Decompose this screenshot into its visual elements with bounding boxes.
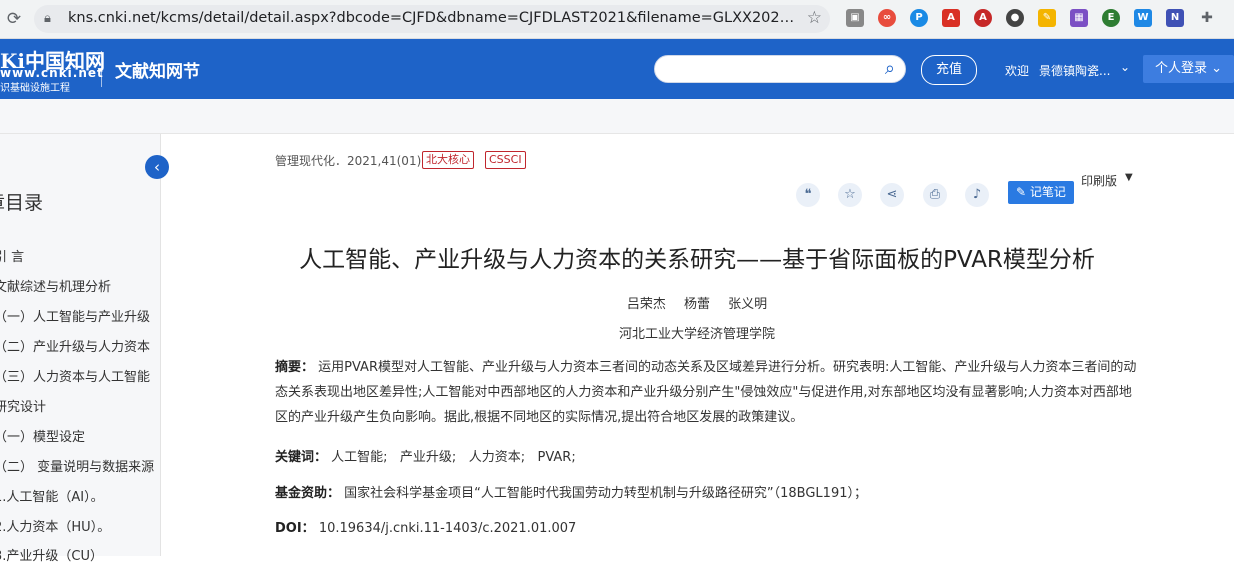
evernote-extension-icon[interactable]: E (1102, 9, 1120, 27)
toc-item[interactable]: （一）人工智能与产业升级 (0, 306, 150, 325)
toc-item[interactable]: （二） 变量说明与数据来源 (0, 456, 154, 475)
extension-icon[interactable]: ▣ (846, 9, 864, 27)
print-version-link[interactable]: 印刷版 (1081, 172, 1117, 189)
journal-source[interactable]: 管理现代化．2021,41(01) (275, 152, 421, 169)
login-button[interactable]: 个人登录 ⌄ (1143, 55, 1234, 83)
pdf-extension-icon[interactable]: A (942, 9, 960, 27)
toc-item[interactable]: 2.人力资本（HU）。 (0, 516, 110, 535)
extension-icon[interactable]: ∞ (878, 9, 896, 27)
collapse-sidebar-icon[interactable]: ‹ (145, 155, 169, 179)
reload-icon[interactable]: ⟳ (4, 9, 24, 29)
doi-row: DOI： 10.19634/j.cnki.11-1403/c.2021.01.0… (275, 517, 576, 536)
address-bar[interactable]: 🔒︎ kns.cnki.net/kcms/detail/detail.aspx?… (34, 5, 830, 33)
toc-item[interactable]: 3.产业升级（CU） (0, 545, 103, 564)
brand-title: 文献知网节 (115, 62, 200, 82)
favorite-star-icon[interactable]: ☆ (838, 183, 862, 207)
bookmark-star-icon[interactable]: ☆ (807, 8, 822, 28)
toc-item[interactable]: 引 言 (0, 246, 24, 265)
toc-title: 章目录 (0, 192, 44, 214)
logo-url: www.cnki.net (0, 66, 104, 80)
doi-value: 10.19634/j.cnki.11-1403/c.2021.01.007 (318, 521, 577, 536)
doi-label: DOI： (275, 521, 315, 536)
toc-item[interactable]: 研究设计 (0, 396, 46, 415)
core-journal-badge: 北大核心 (422, 151, 474, 169)
toc-item[interactable]: （三）人力资本与人工智能 (0, 366, 150, 385)
article-title: 人工智能、产业升级与人力资本的关系研究——基于省际面板的PVAR模型分析 (299, 247, 1095, 273)
abstract-label: 摘要： (275, 360, 315, 375)
authors[interactable]: 吕荣杰 杨蕾 张义明 (160, 293, 1234, 312)
keywords-label: 关键词： (275, 450, 328, 465)
logo-subtitle: 识基础设施工程 (0, 83, 70, 94)
note-label: 记笔记 (1029, 185, 1066, 199)
toc-item[interactable]: 文献综述与机理分析 (0, 276, 111, 295)
chevron-down-icon[interactable]: ⌄ (1120, 60, 1130, 74)
toc-item[interactable]: （二）产业升级与人力资本 (0, 336, 150, 355)
extension-icon[interactable]: ● (1006, 9, 1024, 27)
fund-row: 基金资助： 国家社会科学基金项目“人工智能时代我国劳动力转型机制与升级路径研究”… (275, 482, 867, 501)
divider (101, 51, 102, 87)
adblock-extension-icon[interactable]: A (974, 9, 992, 27)
puzzle-icon[interactable]: ✚ (1198, 9, 1216, 27)
caret-down-icon[interactable]: ▼ (1125, 172, 1133, 183)
fund-label: 基金资助： (275, 486, 341, 501)
take-note-button[interactable]: ✎ 记笔记 (1008, 181, 1074, 204)
browser-toolbar: ⟳ 🔒︎ kns.cnki.net/kcms/detail/detail.asp… (0, 0, 1234, 39)
abstract: 摘要： 运用PVAR模型对人工智能、产业升级与人力资本三者间的动态关系及区域差异… (275, 355, 1137, 430)
lock-icon: 🔒︎ (44, 11, 51, 26)
search-icon[interactable]: ⌕ (885, 58, 895, 79)
extension-icon[interactable]: P (910, 9, 928, 27)
cssci-badge: CSSCI (485, 151, 526, 169)
abstract-text: 运用PVAR模型对人工智能、产业升级与人力资本三者间的动态关系及区域差异进行分析… (275, 360, 1137, 425)
keywords[interactable]: 人工智能; 产业升级; 人力资本; PVAR; (331, 450, 576, 465)
extension-icon[interactable]: ▦ (1070, 9, 1088, 27)
word-extension-icon[interactable]: W (1134, 9, 1152, 27)
welcome-text: 欢迎 (1005, 64, 1030, 78)
toc-item[interactable]: 1.人工智能（AI）。 (0, 486, 104, 505)
keywords-row: 关键词： 人工智能; 产业升级; 人力资本; PVAR; (275, 446, 576, 465)
site-header: Ki中国知网 www.cnki.net 识基础设施工程 文献知网节 ⌕ 充值 欢… (0, 39, 1234, 99)
print-icon[interactable]: ⎙ (923, 183, 947, 207)
sub-nav-band (0, 99, 1234, 134)
toc-item[interactable]: （一）模型设定 (0, 426, 85, 445)
username[interactable]: 景德镇陶瓷... (1039, 62, 1110, 79)
login-label: 个人登录 (1154, 61, 1207, 76)
fund-text[interactable]: 国家社会科学基金项目“人工智能时代我国劳动力转型机制与升级路径研究”（18BGL… (344, 486, 867, 501)
url-text[interactable]: kns.cnki.net/kcms/detail/detail.aspx?dbc… (68, 10, 803, 26)
extension-icon[interactable]: ✎ (1038, 9, 1056, 27)
bell-icon[interactable]: ♪ (965, 183, 989, 207)
extension-icon[interactable]: N (1166, 9, 1184, 27)
recharge-button[interactable]: 充值 (921, 55, 977, 85)
quote-icon[interactable]: ❝ (796, 183, 820, 207)
share-icon[interactable]: ⋖ (880, 183, 904, 207)
search-input[interactable]: ⌕ (654, 55, 906, 83)
organization[interactable]: 河北工业大学经济管理学院 (160, 323, 1234, 342)
